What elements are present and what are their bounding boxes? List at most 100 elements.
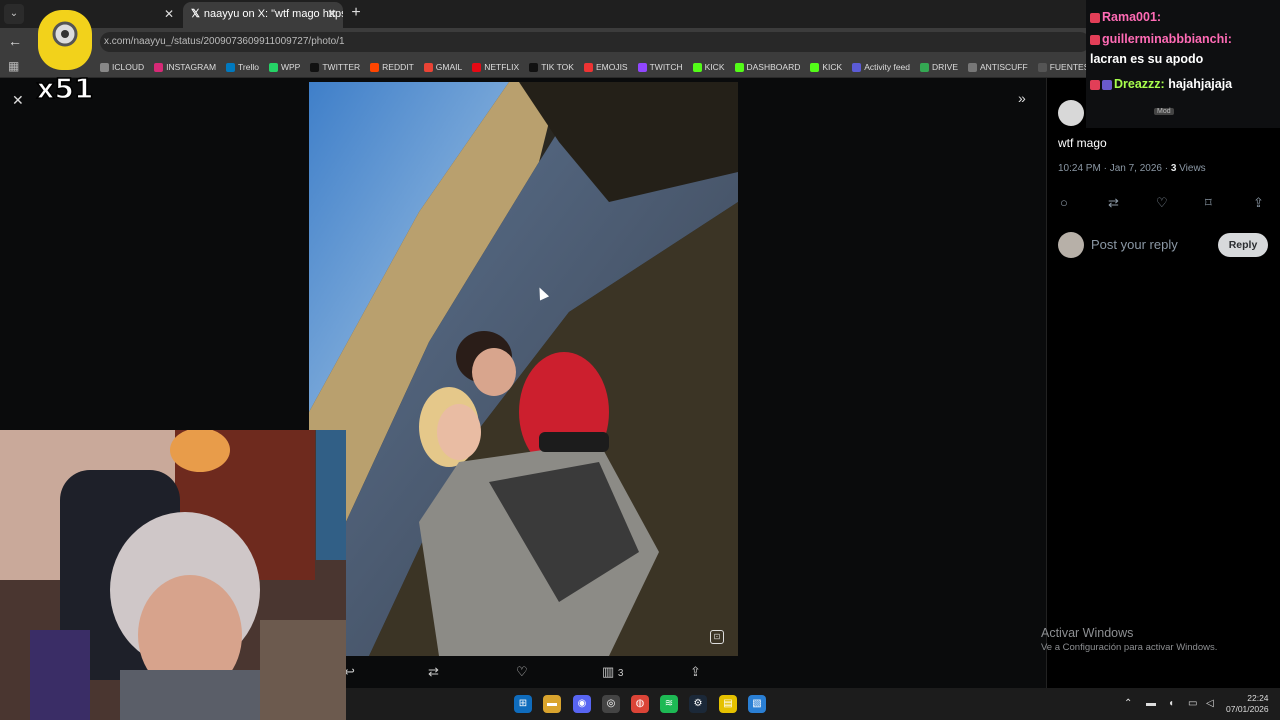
combo-count: x51	[36, 72, 93, 102]
bookmark-item[interactable]: KICK	[692, 62, 725, 72]
bookmark-item[interactable]: REDDIT	[370, 62, 414, 72]
bookmark-label: WPP	[280, 62, 301, 72]
clock-time: 22:24	[1247, 693, 1269, 703]
bookmark-favicon-icon	[1037, 62, 1047, 72]
volume-icon[interactable]: ◁	[1206, 698, 1214, 709]
post-text: wtf mago	[1058, 136, 1107, 150]
x-logo-icon: 𝕏	[191, 8, 200, 20]
bookmark-item[interactable]: FUENTES	[1037, 62, 1089, 72]
bookmark-item[interactable]: DRIVE	[920, 62, 958, 72]
post-actions: ○ ⇄ ♡ ⌑ ⇪	[1058, 195, 1268, 213]
bookmark-item[interactable]: Activity feed	[852, 62, 910, 72]
bookmark-item[interactable]: WPP	[268, 62, 301, 72]
app-icon[interactable]: ◎	[602, 695, 620, 713]
bookmark-item[interactable]: DASHBOARD	[734, 62, 800, 72]
spotify-icon[interactable]: ≋	[660, 695, 678, 713]
discord-icon[interactable]: ◉	[573, 695, 591, 713]
tab-title: naayyu on X: "wtf mago https:/	[203, 8, 343, 20]
tab-search-button[interactable]: ⌄	[4, 4, 24, 24]
tab-active[interactable]: 𝕏naayyu on X: "wtf mago https:/ ✕	[183, 2, 343, 28]
repost-icon[interactable]: ⇄	[1108, 195, 1119, 211]
chrome-icon[interactable]: ◍	[631, 695, 649, 713]
photo-action-bar: ↩ ⇄ ♡ ▥ 3 ⇪	[330, 660, 730, 684]
start-icon[interactable]: ⊞	[514, 695, 532, 713]
author-avatar[interactable]	[1058, 100, 1084, 126]
bookmark-favicon-icon	[692, 62, 702, 72]
chat-badge-icon	[1090, 12, 1100, 23]
apps-grid-icon[interactable]: ▦	[8, 59, 19, 73]
views-button[interactable]: ▥ 3	[602, 664, 623, 680]
notes-icon[interactable]: ▤	[719, 695, 737, 713]
chat-badge-icon	[1090, 34, 1100, 45]
bookmark-favicon-icon	[852, 62, 862, 72]
tray-chevron-icon[interactable]: ⌃	[1124, 698, 1132, 709]
post-timestamp: 10:24 PM · Jan 7, 2026 ·	[1058, 163, 1171, 174]
bookmark-item[interactable]: ICLOUD	[100, 62, 144, 72]
bookmark-favicon-icon	[529, 62, 539, 72]
system-clock[interactable]: 22:24 07/01/2026	[1226, 693, 1269, 715]
bookmark-label: REDDIT	[382, 62, 414, 72]
bookmark-icon[interactable]: ⌑	[1205, 195, 1212, 211]
clock-date: 07/01/2026	[1226, 704, 1269, 714]
paint-icon[interactable]: ▧	[748, 695, 766, 713]
bookmark-item[interactable]: TIK TOK	[529, 62, 574, 72]
windows-activation-watermark: Activar Windows Ve a Configuración para …	[1041, 626, 1217, 653]
bookmark-label: TIK TOK	[541, 62, 574, 72]
stream-chat-overlay: Rama001: guillerminabbbianchi: lacran es…	[1086, 0, 1280, 128]
repost-icon[interactable]: ⇄	[428, 664, 439, 680]
bookmark-favicon-icon	[920, 62, 930, 72]
tab-close-icon[interactable]: ✕	[164, 2, 174, 26]
chat-badge-icon	[1102, 79, 1112, 90]
bookmark-item[interactable]: NETFLIX	[472, 62, 519, 72]
bookmark-item[interactable]: TWITTER	[310, 62, 360, 72]
bookmark-favicon-icon	[734, 62, 744, 72]
reply-composer: Post your reply Reply	[1058, 230, 1270, 260]
chat-username: Dreazzz:	[1114, 77, 1165, 91]
bookmark-list: ICLOUD INSTAGRAM Trello WPP TWITTER REDDIT GMA…	[100, 56, 1089, 78]
bookmark-label: EMOJIS	[595, 62, 628, 72]
bookmark-label: ANTISCUFF	[980, 62, 1028, 72]
bookmark-favicon-icon	[968, 62, 977, 72]
bookmark-item[interactable]: INSTAGRAM	[154, 62, 216, 72]
bookmark-favicon-icon	[583, 62, 593, 72]
bookmark-favicon-icon	[810, 62, 820, 72]
close-viewer-icon[interactable]: ✕	[12, 92, 24, 109]
bookmark-label: ICLOUD	[112, 62, 145, 72]
share-icon[interactable]: ⇪	[1253, 195, 1264, 211]
mic-icon[interactable]: ◖	[1168, 698, 1174, 709]
bookmark-item[interactable]: Trello	[226, 62, 259, 72]
tray-flag-icon[interactable]: ▬	[1146, 698, 1156, 709]
bookmark-favicon-icon	[637, 62, 647, 72]
bookmark-item[interactable]: KICK	[810, 62, 842, 72]
url-field[interactable]: x.com/naayyu_/status/2009073609911009727…	[100, 32, 1090, 52]
bookmark-favicon-icon	[226, 62, 236, 72]
like-icon[interactable]: ♡	[1156, 195, 1168, 211]
reply-icon[interactable]: ○	[1060, 195, 1068, 210]
webcam-overlay	[0, 430, 346, 720]
reply-button[interactable]: Reply	[1218, 233, 1268, 257]
bookmark-item[interactable]: GMAIL	[423, 62, 462, 72]
minion-logo-icon: x51	[36, 10, 94, 106]
bookmark-item[interactable]: TWITCH	[637, 62, 683, 72]
mod-badge: Mod	[1154, 108, 1174, 115]
file-explorer-icon[interactable]: ▬	[543, 695, 561, 713]
bookmark-label: DRIVE	[932, 62, 958, 72]
user-avatar	[1058, 232, 1084, 258]
new-tab-button[interactable]: +	[346, 4, 366, 24]
tab-close-icon[interactable]: ✕	[327, 2, 337, 26]
bookmark-item[interactable]: ANTISCUFF	[968, 62, 1028, 72]
activate-subtitle: Ve a Configuración para activar Windows.	[1041, 642, 1218, 653]
network-icon[interactable]: ▭	[1188, 698, 1197, 709]
alt-text-icon[interactable]: ⊡	[710, 630, 724, 644]
like-icon[interactable]: ♡	[516, 664, 528, 680]
bookmark-item[interactable]: EMOJIS	[583, 62, 628, 72]
bookmark-label: TWITCH	[649, 62, 683, 72]
steam-icon[interactable]: ⚙	[689, 695, 707, 713]
bookmark-label: TWITTER	[322, 62, 361, 72]
back-arrow-icon[interactable]: ←	[8, 33, 22, 49]
chat-username: Rama001:	[1102, 10, 1162, 24]
reply-input[interactable]: Post your reply	[1091, 237, 1178, 252]
views-count: 3	[617, 668, 624, 679]
expand-panel-icon[interactable]: »	[1018, 90, 1026, 106]
share-icon[interactable]: ⇪	[690, 664, 701, 680]
